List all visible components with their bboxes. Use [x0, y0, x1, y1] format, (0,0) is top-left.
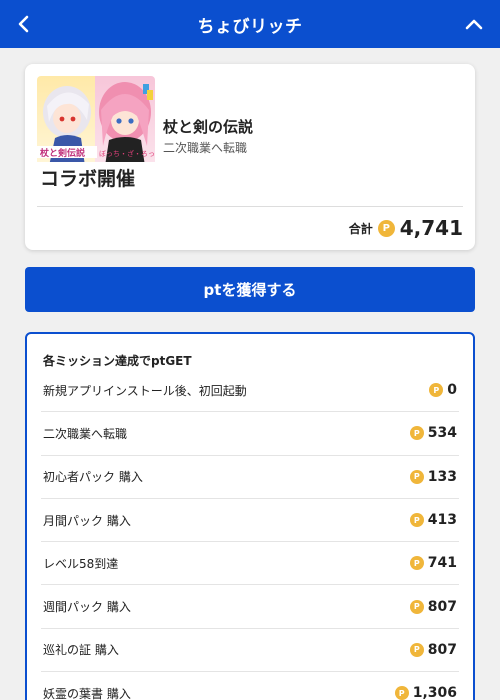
mission-value: 0: [447, 382, 457, 399]
mission-value: 807: [427, 598, 457, 615]
mission-row: 月間パック 購入 P 413: [41, 499, 459, 543]
point-coin-icon: P: [377, 219, 395, 237]
mission-value: 1,306: [412, 685, 457, 700]
mission-value: 413: [427, 512, 457, 529]
mission-points: P 534: [409, 425, 457, 442]
mission-points: P 741: [409, 555, 457, 572]
mission-row: 週間パック 購入 P 807: [41, 585, 459, 629]
mission-row: レベル58到達 P 741: [41, 542, 459, 586]
mission-row: 妖霊の葉書 購入 P 1,306: [41, 672, 459, 700]
mission-name: 週間パック 購入: [43, 600, 131, 615]
get-points-button[interactable]: ptを獲得する: [25, 267, 475, 312]
point-coin-icon: P: [409, 426, 424, 441]
mission-points: P 413: [409, 512, 457, 529]
mission-points: P 807: [409, 641, 457, 658]
mission-name: 新規アプリインストール後、初回起動: [43, 383, 247, 398]
mission-name: 妖霊の葉書 購入: [43, 686, 131, 700]
mission-value: 741: [427, 555, 457, 572]
collab-banner-image: 杖と剣伝説 ぼっち・ざ・ろっく！ コラボ開催: [37, 76, 155, 194]
mission-name: レベル58到達: [43, 556, 119, 571]
mission-value: 807: [427, 641, 457, 658]
point-coin-icon: P: [409, 599, 424, 614]
mission-name: 二次職業へ転職: [43, 426, 128, 441]
game-card: 杖と剣伝説 ぼっち・ざ・ろっく！ コラボ開催 杖と剣の伝説 二次職業へ転職 合計…: [25, 64, 475, 250]
game-subtitle: 二次職業へ転職: [163, 141, 248, 155]
chevron-up-icon: [465, 19, 483, 30]
mission-row: 新規アプリインストール後、初回起動 P 0: [41, 369, 459, 413]
game-thumbnail: 杖と剣伝説 ぼっち・ざ・ろっく！ コラボ開催: [37, 76, 155, 194]
missions-header: 各ミッション達成でptGET: [43, 354, 192, 368]
banner-game-logo: 杖と剣伝説: [39, 147, 85, 159]
missions-panel: 各ミッション達成でptGET 新規アプリインストール後、初回起動 P 0 二次職業へ転…: [25, 332, 475, 700]
total-value: 4,741: [399, 216, 463, 240]
card-divider: [37, 206, 463, 207]
point-coin-icon: P: [394, 686, 409, 700]
banner-collab-logo: ぼっち・ざ・ろっく！: [99, 149, 155, 158]
game-title: 杖と剣の伝説: [163, 118, 254, 136]
back-button[interactable]: [10, 10, 38, 38]
mission-row: 初心者パック 購入 P 133: [41, 456, 459, 499]
total-points: 合計 P 4,741: [349, 216, 463, 240]
collapse-button[interactable]: [460, 10, 488, 38]
mission-points: P 133: [409, 468, 457, 485]
mission-row: 二次職業へ転職 P 534: [41, 412, 459, 456]
banner-collab-text: コラボ開催: [40, 167, 135, 190]
mission-name: 初心者パック 購入: [43, 470, 143, 485]
mission-value: 133: [427, 468, 457, 485]
mission-points: P0: [429, 382, 457, 398]
point-coin-icon: P: [409, 469, 424, 484]
app-header: ちょびリッチ: [0, 0, 500, 48]
chevron-left-icon: [18, 15, 29, 33]
mission-value: 534: [427, 425, 457, 442]
mission-name: 巡礼の証 購入: [43, 643, 119, 658]
mission-row: 巡礼の証 購入 P 807: [41, 629, 459, 673]
total-label: 合計: [348, 221, 373, 236]
point-coin-icon: P: [409, 642, 424, 657]
mission-list: 新規アプリインストール後、初回起動 P 0 二次職業へ転職 P 534 初心者パック 購入 P…: [41, 369, 459, 700]
mission-name: 月間パック 購入: [43, 513, 131, 528]
point-coin-icon: P: [409, 556, 424, 571]
point-coin-icon: P: [409, 513, 424, 528]
mission-points: P 807: [409, 598, 457, 615]
point-coin-icon: P: [429, 383, 444, 398]
mission-points: P 1,306: [394, 685, 457, 700]
header-title: ちょびリッチ: [197, 16, 303, 37]
